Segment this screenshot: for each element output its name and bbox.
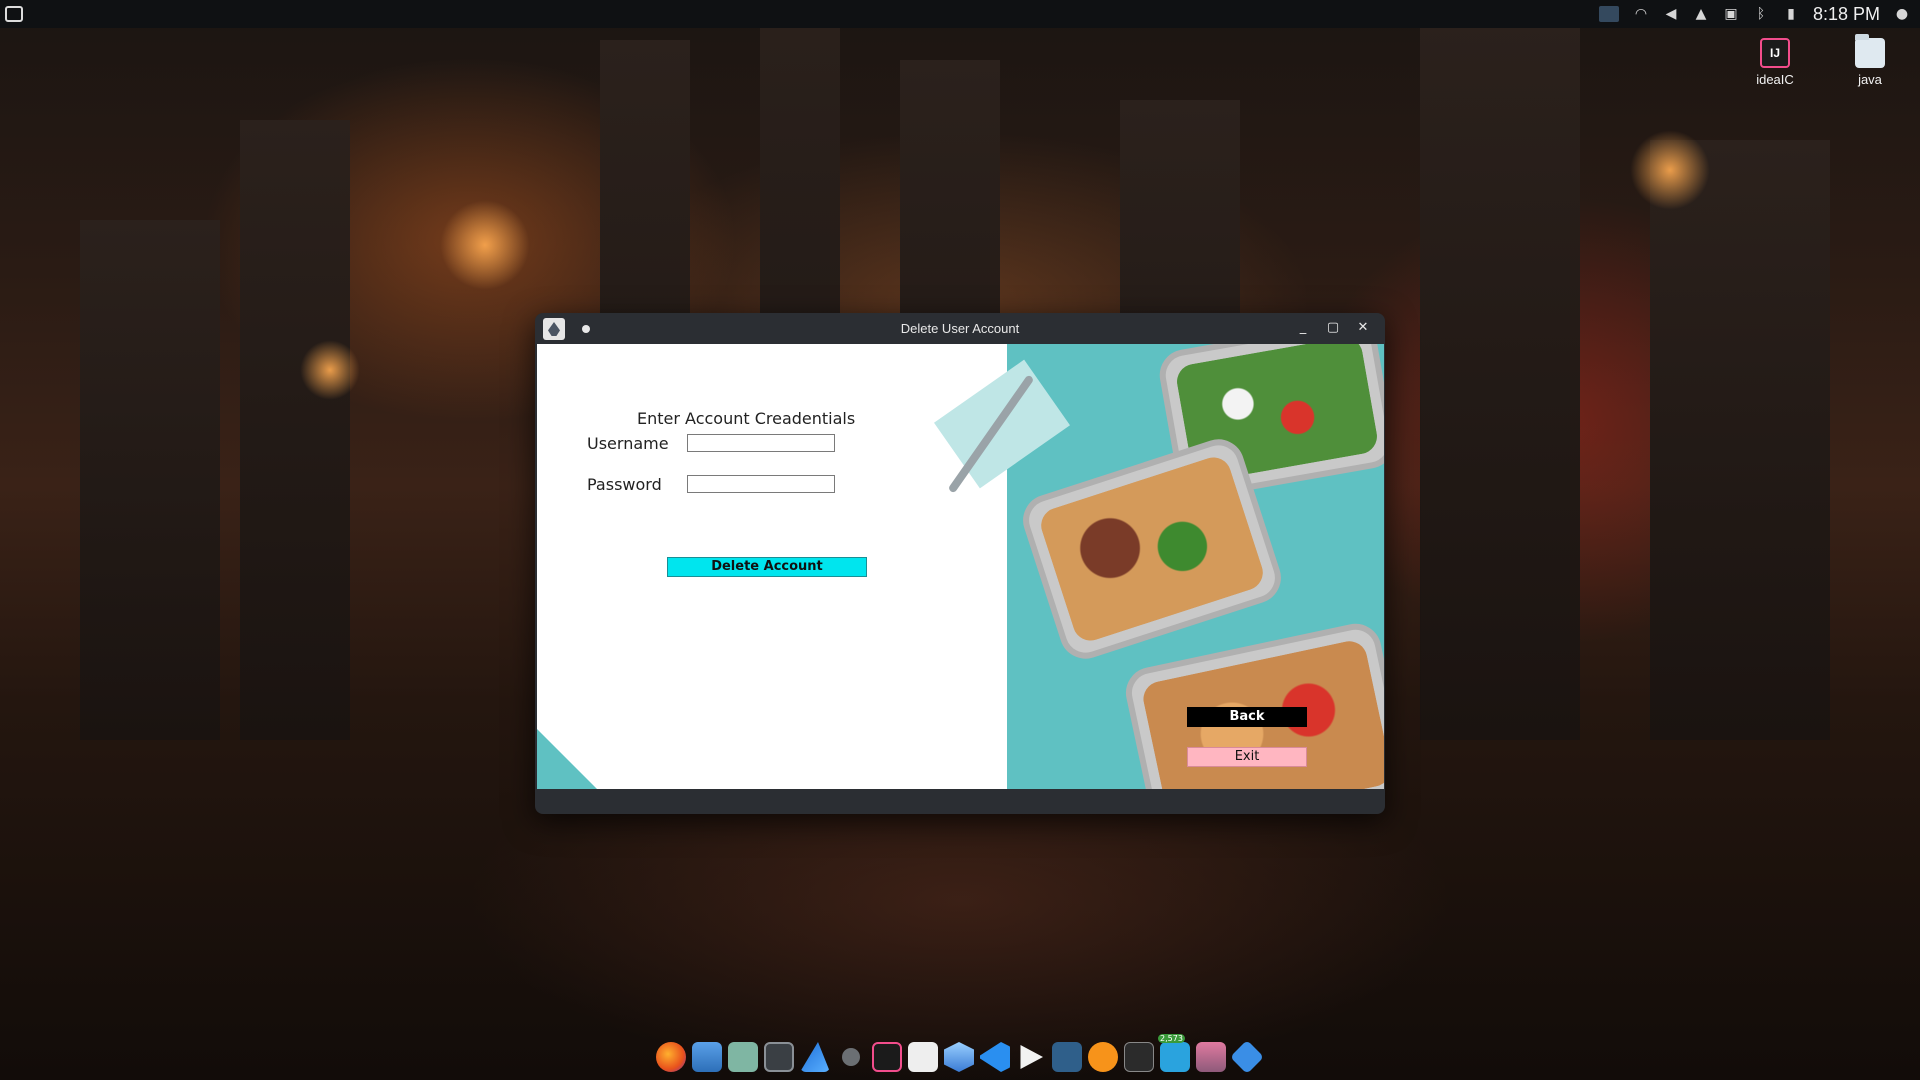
maximize-button[interactable]: ▢	[1324, 319, 1342, 337]
telegram-icon[interactable]: 2,573	[1158, 1034, 1190, 1072]
software-manager-icon[interactable]	[692, 1042, 722, 1072]
window-content: Enter Account Creadentials Username Pass…	[537, 344, 1384, 789]
delete-account-button[interactable]: Delete Account	[667, 557, 867, 577]
notifications-icon[interactable]: ▲	[1693, 6, 1709, 22]
minimize-button[interactable]: _	[1294, 319, 1312, 337]
exit-button[interactable]: Exit	[1187, 747, 1307, 767]
files-icon[interactable]	[728, 1042, 758, 1072]
window-title: Delete User Account	[900, 321, 1020, 336]
close-button[interactable]: ✕	[1354, 319, 1372, 337]
unread-badge: 2,573	[1158, 1034, 1185, 1043]
wifi-icon[interactable]: ◠	[1633, 6, 1649, 22]
vscode-icon[interactable]	[980, 1042, 1010, 1072]
clock[interactable]: 8:18 PM	[1813, 4, 1880, 25]
workspace-switcher-icon[interactable]	[1598, 6, 1619, 22]
username-input[interactable]	[687, 434, 835, 452]
dock: 2,573	[656, 1034, 1264, 1074]
mm-app-icon[interactable]	[1124, 1042, 1154, 1072]
app-menu-button[interactable]	[0, 0, 28, 28]
shark-icon[interactable]	[800, 1042, 830, 1072]
media-player-icon[interactable]	[1020, 1045, 1043, 1069]
intellij-icon[interactable]	[872, 1042, 902, 1072]
firefox-icon[interactable]	[656, 1042, 686, 1072]
delete-user-account-window: Delete User Account _ ▢ ✕ Enter Account …	[535, 313, 1385, 814]
archive-icon[interactable]	[1196, 1042, 1226, 1072]
text-editor-icon[interactable]	[908, 1042, 938, 1072]
user-icon[interactable]: ●	[1894, 6, 1910, 22]
system-tray: ◠ ◀ ▲ ▣ ᛒ ▮ 8:18 PM ●	[1598, 0, 1920, 28]
mysql-workbench-icon[interactable]	[1052, 1042, 1082, 1072]
bitcoin-icon[interactable]	[1088, 1042, 1118, 1072]
battery-icon[interactable]: ▮	[1783, 6, 1799, 22]
diamond-app-icon[interactable]	[1230, 1040, 1264, 1074]
desktop-icon-label: java	[1858, 72, 1882, 87]
back-button[interactable]: Back	[1187, 707, 1307, 727]
desktop-icon-label: ideaIC	[1756, 72, 1794, 87]
update-icon[interactable]: ▣	[1723, 6, 1739, 22]
terminal-icon[interactable]	[764, 1042, 794, 1072]
settings-icon[interactable]	[842, 1048, 860, 1066]
password-label: Password	[587, 475, 662, 494]
password-input[interactable]	[687, 475, 835, 493]
desktop-icon-java[interactable]: java	[1835, 34, 1905, 87]
username-label: Username	[587, 434, 669, 453]
folder-icon	[1855, 34, 1885, 68]
hexagon-app-icon[interactable]	[944, 1042, 974, 1072]
volume-icon[interactable]: ◀	[1663, 6, 1679, 22]
menu-icon	[5, 6, 23, 22]
form-heading: Enter Account Creadentials	[637, 409, 856, 428]
window-titlebar[interactable]: Delete User Account _ ▢ ✕	[535, 313, 1385, 344]
desktop-icon-ideaic[interactable]: IJ ideaIC	[1740, 38, 1810, 87]
intellij-icon: IJ	[1760, 38, 1790, 68]
top-panel: ◠ ◀ ▲ ▣ ᛒ ▮ 8:18 PM ●	[0, 0, 1920, 28]
bluetooth-icon[interactable]: ᛒ	[1753, 6, 1769, 22]
